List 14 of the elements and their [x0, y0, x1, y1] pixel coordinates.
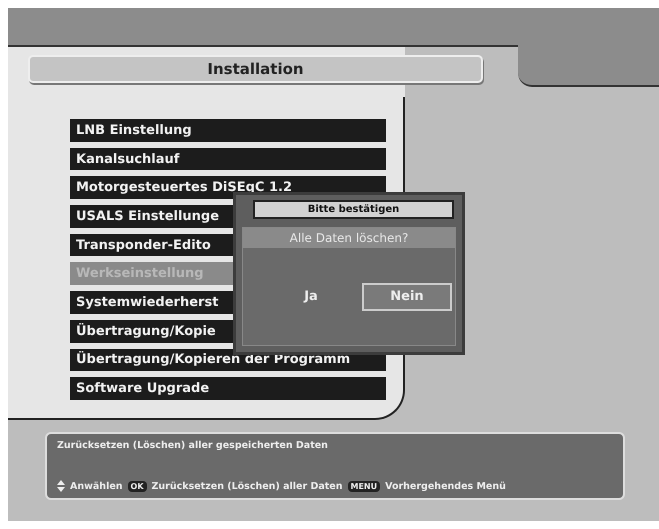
hint-text: Vorhergehendes Menü: [385, 480, 506, 492]
up-down-arrow-icon: [57, 480, 65, 492]
remote-key: MENU: [348, 480, 380, 492]
dialog-title: Bitte bestätigen: [253, 200, 454, 219]
hint-text: Anwählen: [70, 480, 123, 492]
remote-key: OK: [128, 480, 147, 492]
menu-item[interactable]: LNB Einstellung: [70, 119, 386, 142]
dialog-button[interactable]: Nein: [362, 282, 452, 310]
menu-item[interactable]: Kanalsuchlauf: [70, 148, 386, 170]
help-description: Zurücksetzen (Löschen) aller gespeicherten Daten: [57, 440, 329, 451]
dialog-question: Alle Daten löschen?: [243, 228, 455, 248]
menu-item[interactable]: Software Upgrade: [70, 377, 386, 400]
menu-title: Installation: [28, 55, 483, 83]
hint-text: Zurücksetzen (Löschen) aller Daten: [152, 480, 342, 492]
